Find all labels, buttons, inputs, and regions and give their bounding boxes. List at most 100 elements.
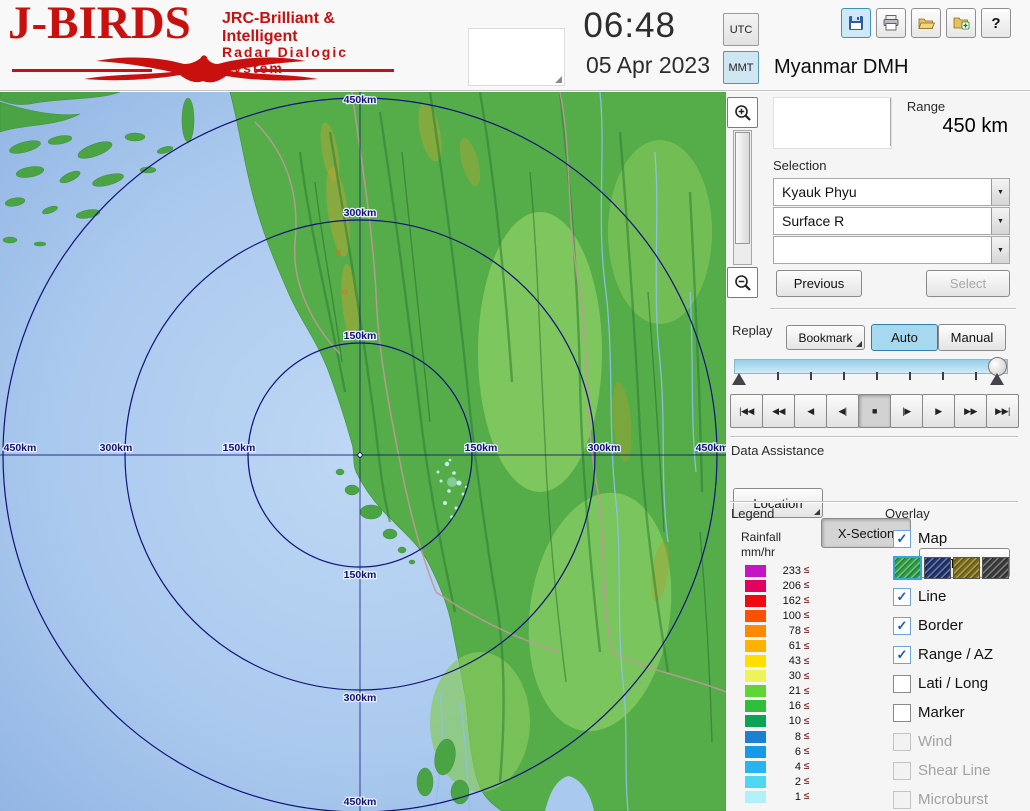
chevron-down-icon[interactable]: ▼	[991, 208, 1009, 234]
ring-label: 300km	[344, 692, 377, 704]
overlay-item-line[interactable]: ✓ Line	[893, 582, 1030, 611]
legend-color-swatch	[745, 791, 766, 803]
overlay-item-shear-line: Shear Line	[893, 756, 1030, 785]
map-style-charcoal-swatch[interactable]	[982, 557, 1009, 579]
legend-unit-line1: Rainfall	[741, 530, 781, 544]
checkbox-checked[interactable]: ✓	[893, 617, 911, 635]
legend-row: 1≤	[745, 789, 810, 804]
legend-value: 233	[771, 565, 801, 577]
range-label: Range	[896, 99, 956, 114]
folder-plus-icon	[952, 14, 970, 32]
playback-jump-first-button[interactable]: |◀◀	[730, 394, 763, 428]
map-style-navy-swatch[interactable]	[924, 557, 951, 579]
logo-subtitle-line1: JRC-Brilliant & Intelligent	[222, 10, 406, 45]
checkbox-checked[interactable]: ✓	[893, 588, 911, 606]
timeline-start-marker[interactable]	[732, 373, 746, 385]
legend-value: 8	[771, 731, 801, 743]
legend-row: 16≤	[745, 699, 810, 714]
option-dropdown[interactable]: ▼	[773, 236, 1010, 264]
overlay-item-marker[interactable]: Marker	[893, 698, 1030, 727]
ring-label: 300km	[588, 442, 621, 454]
overlay-label: Microburst	[918, 791, 988, 808]
legend-value: 1	[771, 791, 801, 803]
chevron-down-icon[interactable]: ▼	[991, 179, 1009, 205]
range-value: 450 km	[886, 115, 1008, 138]
overlay-label: Border	[918, 617, 963, 634]
overlay-item-border[interactable]: ✓ Border	[893, 611, 1030, 640]
legend-color-swatch	[745, 580, 766, 592]
checkbox-checked[interactable]: ✓	[893, 646, 911, 664]
playback-jump-last-button[interactable]: ▶▶|	[986, 394, 1019, 428]
replay-label: Replay	[732, 323, 772, 338]
selection-label: Selection	[773, 158, 826, 173]
checkbox[interactable]	[893, 675, 911, 693]
overlay-label: Lati / Long	[918, 675, 988, 692]
site-dropdown[interactable]: Kyauk Phyu ▼	[773, 178, 1010, 206]
overlay-item-lati-long[interactable]: Lati / Long	[893, 669, 1030, 698]
legend-row: 78≤	[745, 623, 810, 638]
legend-row: 10≤	[745, 714, 810, 729]
legend-value: 4	[771, 761, 801, 773]
overlay-item-map[interactable]: ✓ Map	[893, 524, 1030, 553]
import-data-button[interactable]	[946, 8, 976, 38]
overlay-label: Map	[918, 530, 947, 547]
previous-button[interactable]: Previous	[776, 270, 862, 297]
legend-color-swatch	[745, 640, 766, 652]
playback-step-back-button[interactable]: ◀|	[826, 394, 859, 428]
checkbox-checked[interactable]: ✓	[893, 530, 911, 548]
ring-label: 150km	[465, 442, 498, 454]
radar-map[interactable]: 150km150km150km150km300km300km300km300km…	[0, 92, 726, 811]
overlay-item-range-az[interactable]: ✓ Range / AZ	[893, 640, 1030, 669]
map-style-green-terrain-swatch[interactable]	[893, 556, 922, 580]
checkbox	[893, 791, 911, 809]
floppy-disk-icon	[847, 14, 865, 32]
question-mark-icon: ?	[991, 15, 1000, 32]
overlay-label: Range / AZ	[918, 646, 993, 663]
auto-button[interactable]: Auto	[871, 324, 938, 351]
logo-title: J-BIRDS	[8, 0, 191, 50]
help-button[interactable]: ?	[981, 8, 1011, 38]
playback-step-forward-button[interactable]: |▶	[890, 394, 923, 428]
legend-title: Legend	[731, 506, 774, 521]
timeline-ticks	[746, 372, 998, 380]
playback-stop-button[interactable]: ■	[858, 394, 891, 428]
legend-row: 6≤	[745, 744, 810, 759]
playback-fast-rewind-button[interactable]: ◀◀	[762, 394, 795, 428]
ring-label: 150km	[344, 330, 377, 342]
legend-color-swatch	[745, 731, 766, 743]
legend-value: 162	[771, 595, 801, 607]
legend-row: 61≤	[745, 638, 810, 653]
legend-color-swatch	[745, 776, 766, 788]
legend-suffix: ≤	[804, 731, 810, 742]
legend-suffix: ≤	[804, 761, 810, 772]
save-button[interactable]	[841, 8, 871, 38]
chevron-down-icon[interactable]: ▼	[991, 237, 1009, 263]
legend-row: 2≤	[745, 774, 810, 789]
legend-value: 206	[771, 580, 801, 592]
legend-color-swatch	[745, 595, 766, 607]
playback-play-reverse-button[interactable]: ◀	[794, 394, 827, 428]
legend-suffix: ≤	[804, 746, 810, 757]
station-title: Myanmar DMH	[774, 56, 908, 79]
checkbox[interactable]	[893, 704, 911, 722]
overlay-label: Line	[918, 588, 946, 605]
legend-suffix: ≤	[804, 641, 810, 652]
legend-value: 61	[771, 640, 801, 652]
legend-scale: 233≤206≤162≤100≤78≤61≤43≤30≤21≤16≤10≤8≤6…	[745, 563, 810, 805]
overlay-label: Shear Line	[918, 762, 991, 779]
timeline-end-marker[interactable]	[990, 373, 1004, 385]
bookmark-button[interactable]: Bookmark	[786, 325, 865, 350]
product-dropdown[interactable]: Surface R ▼	[773, 207, 1010, 235]
replay-timeline[interactable]	[732, 356, 1010, 392]
legend-row: 100≤	[745, 608, 810, 623]
legend-suffix: ≤	[804, 625, 810, 636]
open-file-button[interactable]	[911, 8, 941, 38]
map-style-olive-swatch[interactable]	[953, 557, 980, 579]
print-button[interactable]	[876, 8, 906, 38]
overlay-list: ✓ Map ✓ Line ✓ Border ✓ Range / AZ Lati / Long Ma…	[893, 524, 1030, 811]
playback-play-button[interactable]: ▶	[922, 394, 955, 428]
playback-fast-forward-button[interactable]: ▶▶	[954, 394, 987, 428]
legend-color-swatch	[745, 715, 766, 727]
legend-unit-line2: mm/hr	[741, 545, 775, 559]
manual-button[interactable]: Manual	[938, 324, 1006, 351]
